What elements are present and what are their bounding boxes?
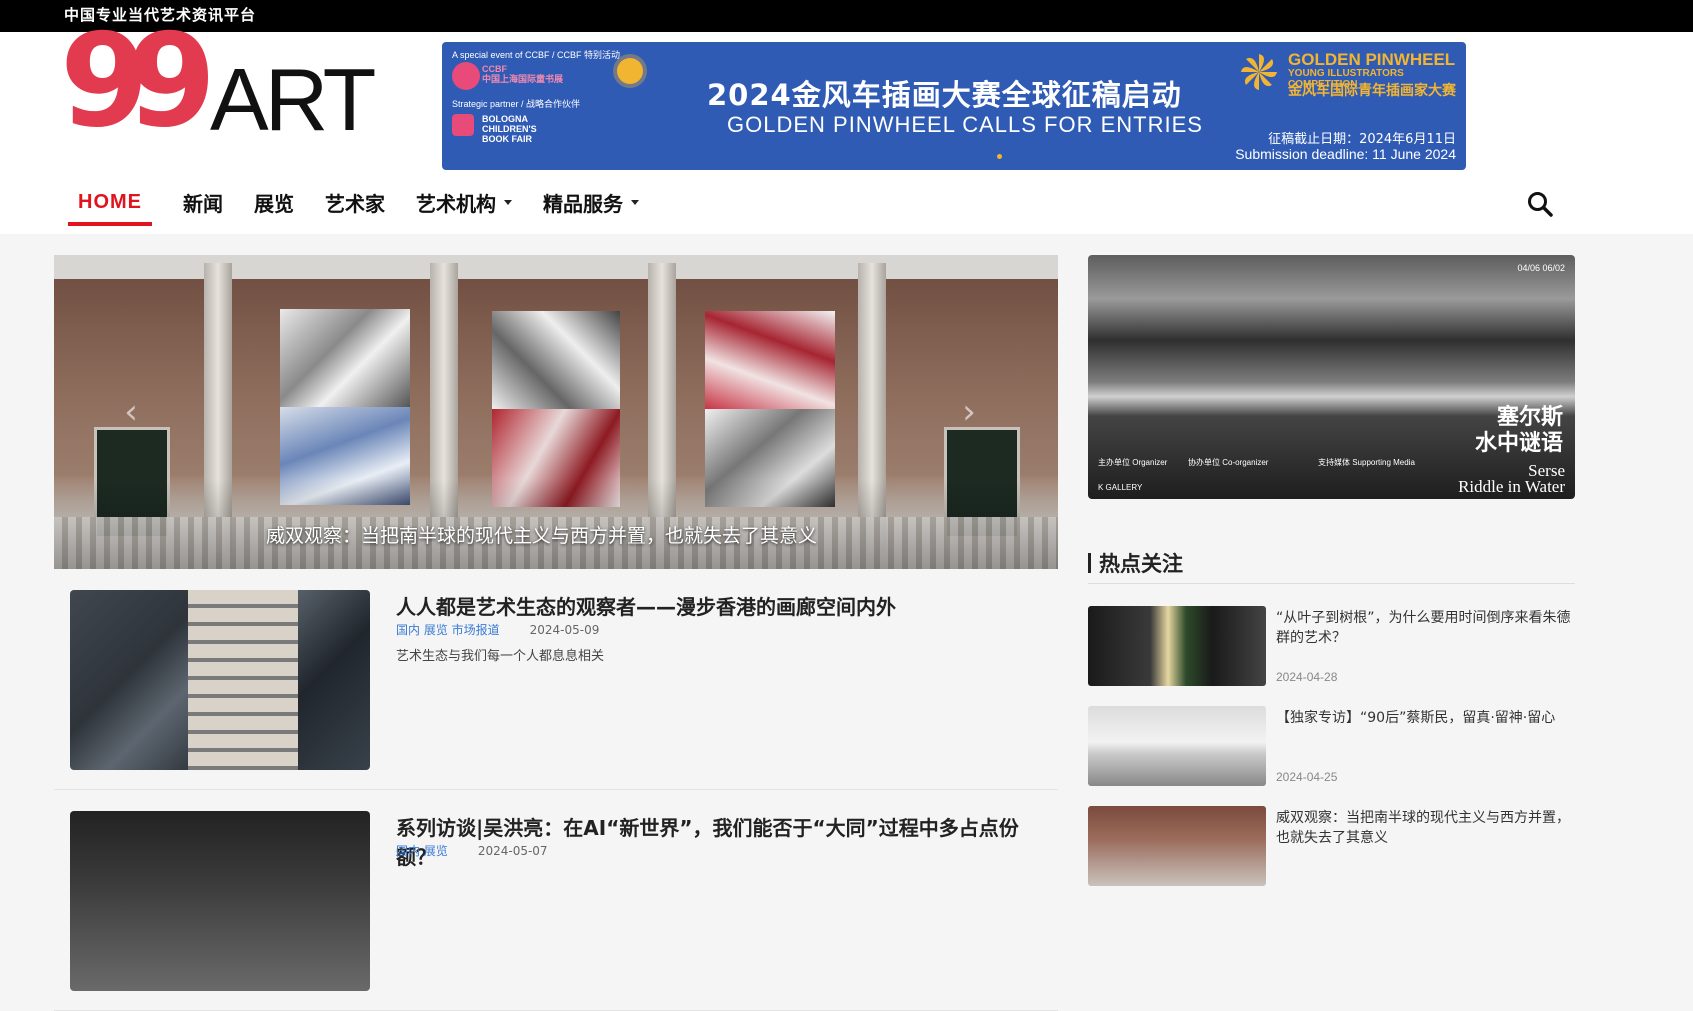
sidebar-banner-organizer: 主办单位 Organizer bbox=[1098, 458, 1168, 467]
hot-item-title[interactable]: “从叶子到树根”，为什么要用时间倒序来看朱德群的艺术？ bbox=[1276, 608, 1574, 648]
bologna-logo-icon bbox=[452, 114, 474, 136]
article-thumbnail[interactable] bbox=[70, 811, 370, 991]
main-nav: HOME 新闻 展览 艺术家 艺术机构 精品服务 bbox=[68, 182, 670, 226]
banner-deadline-en: Submission deadline: 11 June 2024 bbox=[1235, 146, 1456, 162]
nav-exhibitions[interactable]: 展览 bbox=[254, 182, 294, 222]
nav-institutions-label: 艺术机构 bbox=[416, 191, 496, 216]
hot-item-date: 2024-04-25 bbox=[1276, 770, 1338, 784]
article-excerpt: 艺术生态与我们每一个人都息息相关 bbox=[396, 649, 605, 664]
search-icon[interactable] bbox=[1526, 190, 1554, 218]
hot-section-title: 热点关注 bbox=[1088, 548, 1575, 584]
article-title[interactable]: 人人都是艺术生态的观察者——漫步香港的画廊空间内外 bbox=[396, 591, 896, 620]
nav-services-label: 精品服务 bbox=[543, 191, 623, 216]
banner-deadline-cn: 征稿截止日期：2024年6月11日 bbox=[1268, 132, 1456, 147]
slide-artwork bbox=[492, 311, 620, 409]
slide-artwork bbox=[280, 309, 410, 407]
hot-item-date: 2024-04-28 bbox=[1276, 670, 1338, 684]
banner-partner-line: Strategic partner / 战略合作伙伴 bbox=[452, 99, 581, 109]
nav-institutions[interactable]: 艺术机构 bbox=[416, 182, 512, 222]
article-item: 系列访谈|吴洪亮：在AI“新世界”，我们能否于“大同”过程中多占点份额？ 国内 … bbox=[54, 790, 1058, 1011]
hot-item-title[interactable]: 威双观察：当把南半球的现代主义与西方并置，也就失去了其意义 bbox=[1276, 808, 1574, 848]
sidebar-ad-banner[interactable]: 04/06 06/02 主办单位 Organizer K GALLERY 协办单… bbox=[1088, 255, 1575, 499]
article-title[interactable]: 系列访谈|吴洪亮：在AI“新世界”，我们能否于“大同”过程中多占点份额？ bbox=[396, 812, 1058, 870]
site-logo[interactable]: 99 ART bbox=[60, 18, 376, 146]
ccbf-logo-icon bbox=[452, 62, 480, 90]
section-bar bbox=[1088, 553, 1091, 573]
sidebar-banner-co-organizer: 协办单位 Co-organizer bbox=[1188, 458, 1269, 467]
article-date: 2024-05-07 bbox=[477, 844, 548, 858]
logo-numbers: 99 bbox=[60, 7, 216, 156]
hot-thumbnail[interactable] bbox=[1088, 606, 1266, 686]
sidebar-banner-media: 支持媒体 Supporting Media bbox=[1318, 458, 1415, 467]
sidebar-banner-gallery: K GALLERY bbox=[1098, 483, 1143, 492]
sidebar-banner-title-cn: 塞尔斯 水中谜语 bbox=[1474, 405, 1563, 456]
article-tags[interactable]: 国内 展览 市场报道 bbox=[396, 623, 500, 637]
top-bar: 中国专业当代艺术资讯平台 bbox=[0, 0, 1693, 32]
article-meta: 国内 展览 市场报道 2024-05-09 bbox=[396, 621, 599, 638]
slide-artwork bbox=[705, 311, 835, 409]
caret-down-icon bbox=[631, 199, 639, 205]
article-meta: 国内 展览 2024-05-07 bbox=[396, 842, 548, 859]
hot-item[interactable]: 威双观察：当把南半球的现代主义与西方并置，也就失去了其意义 bbox=[1088, 806, 1575, 888]
nav-artists[interactable]: 艺术家 bbox=[325, 182, 385, 222]
logo-word: ART bbox=[210, 50, 376, 149]
hot-thumbnail[interactable] bbox=[1088, 806, 1266, 886]
nav-news[interactable]: 新闻 bbox=[183, 182, 223, 222]
thumbnail-building bbox=[188, 590, 298, 770]
article-thumbnail[interactable] bbox=[70, 590, 370, 770]
pinwheel-icon bbox=[1241, 54, 1277, 90]
slider-next-icon[interactable]: › bbox=[954, 395, 984, 429]
hero-slider[interactable]: ‹ › 威双观察：当把南半球的现代主义与西方并置，也就失去了其意义 bbox=[54, 255, 1058, 569]
article-item: 人人都是艺术生态的观察者——漫步香港的画廊空间内外 国内 展览 市场报道 2024… bbox=[54, 569, 1058, 790]
banner-brand-cn: 金风车国际青年插画家大赛 bbox=[1288, 83, 1456, 99]
sidebar-banner-dates: 04/06 06/02 bbox=[1517, 263, 1565, 273]
article-date: 2024-05-09 bbox=[529, 623, 600, 637]
nav-services[interactable]: 精品服务 bbox=[543, 182, 639, 222]
banner-title-en: GOLDEN PINWHEEL CALLS FOR ENTRIES bbox=[727, 112, 1203, 137]
nav-home[interactable]: HOME bbox=[68, 182, 152, 226]
banner-dot bbox=[997, 154, 1002, 159]
article-list: 人人都是艺术生态的观察者——漫步香港的画廊空间内外 国内 展览 市场报道 2024… bbox=[54, 569, 1058, 1011]
banner-brand-en: GOLDEN PINWHEEL bbox=[1288, 50, 1456, 69]
caret-down-icon bbox=[504, 199, 512, 205]
banner-ccbf-label: CCBF 中国上海国际童书展 bbox=[482, 64, 564, 84]
ad-banner-golden-pinwheel[interactable]: A special event of CCBF / CCBF 特别活动 CCBF… bbox=[442, 42, 1466, 170]
slider-prev-icon[interactable]: ‹ bbox=[116, 395, 146, 429]
slide-caption[interactable]: 威双观察：当把南半球的现代主义与西方并置，也就失去了其意义 bbox=[266, 521, 817, 548]
hot-item-title[interactable]: 【独家专访】“90后”蔡斯民，留真·留神·留心 bbox=[1276, 708, 1574, 728]
sun-icon bbox=[617, 58, 643, 84]
header: 99 ART A special event of CCBF / CCBF 特别… bbox=[0, 18, 1693, 234]
hot-thumbnail[interactable] bbox=[1088, 706, 1266, 786]
banner-bologna: BOLOGNA CHILDREN'S BOOK FAIR bbox=[482, 114, 537, 144]
hot-item[interactable]: “从叶子到树根”，为什么要用时间倒序来看朱德群的艺术？ 2024-04-28 bbox=[1088, 606, 1575, 688]
sidebar-banner-title-en: Serse Riddle in Water bbox=[1458, 461, 1565, 496]
article-tags[interactable]: 国内 展览 bbox=[396, 844, 448, 858]
hot-item[interactable]: 【独家专访】“90后”蔡斯民，留真·留神·留心 2024-04-25 bbox=[1088, 706, 1575, 788]
banner-title-cn: 2024金风车插画大赛全球征稿启动 bbox=[707, 78, 1182, 112]
banner-event-line: A special event of CCBF / CCBF 特别活动 bbox=[452, 50, 621, 60]
